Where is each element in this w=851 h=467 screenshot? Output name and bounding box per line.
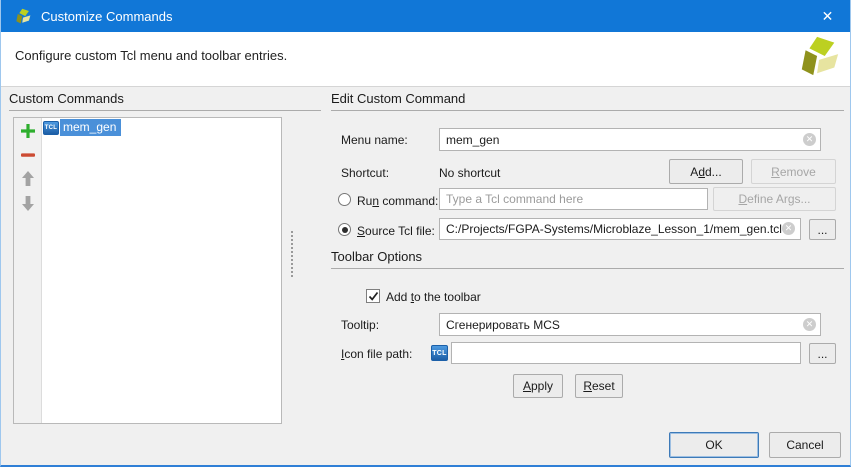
custom-commands-list: TCL mem_gen xyxy=(13,117,282,424)
ok-button[interactable]: OK xyxy=(669,432,759,458)
move-up-button[interactable] xyxy=(18,169,38,189)
list-item[interactable]: TCL mem_gen xyxy=(42,119,281,136)
close-icon[interactable]: ✕ xyxy=(805,0,850,32)
dialog-description: Configure custom Tcl menu and toolbar en… xyxy=(15,48,287,63)
description-banner: Configure custom Tcl menu and toolbar en… xyxy=(1,32,850,87)
custom-commands-header: Custom Commands xyxy=(9,91,321,111)
tooltip-clear-icon[interactable]: ✕ xyxy=(803,318,816,331)
define-args-button: Define Args... xyxy=(713,187,836,211)
tooltip-label: Tooltip: xyxy=(341,318,379,332)
reset-button[interactable]: Reset xyxy=(575,374,623,398)
shortcut-value: No shortcut xyxy=(439,166,500,180)
list-toolbar xyxy=(14,118,42,423)
source-file-input[interactable] xyxy=(439,218,801,240)
list-item-label: mem_gen xyxy=(60,119,121,136)
window-title: Customize Commands xyxy=(41,9,173,24)
remove-shortcut-button: Remove xyxy=(751,159,836,184)
source-tcl-radio[interactable] xyxy=(338,223,351,236)
run-command-input[interactable] xyxy=(439,188,708,210)
icon-browse-button[interactable]: ... xyxy=(809,343,836,364)
plus-icon xyxy=(20,123,36,139)
menu-name-label: Menu name: xyxy=(341,133,408,147)
arrow-up-icon xyxy=(21,171,35,187)
toolbar-options-header: Toolbar Options xyxy=(331,249,844,269)
minus-icon xyxy=(20,147,36,163)
menu-name-clear-icon[interactable]: ✕ xyxy=(803,133,816,146)
shortcut-label: Shortcut: xyxy=(341,166,389,180)
add-to-toolbar-label[interactable]: Add to the toolbar xyxy=(386,290,481,304)
run-command-label[interactable]: Run command: xyxy=(357,194,438,208)
titlebar: Customize Commands ✕ xyxy=(1,0,850,32)
icon-file-path-label: Icon file path: xyxy=(341,347,412,361)
add-shortcut-button[interactable]: Add... xyxy=(669,159,743,184)
source-tcl-label[interactable]: Source Tcl file: xyxy=(357,224,435,238)
icon-path-input[interactable] xyxy=(451,342,801,364)
tcl-file-icon: TCL xyxy=(43,121,59,135)
remove-command-button[interactable] xyxy=(18,145,38,165)
menu-name-input[interactable] xyxy=(439,128,821,151)
add-command-button[interactable] xyxy=(18,121,38,141)
add-to-toolbar-checkbox[interactable] xyxy=(366,289,380,303)
move-down-button[interactable] xyxy=(18,193,38,213)
apply-button[interactable]: Apply xyxy=(513,374,563,398)
tooltip-input[interactable] xyxy=(439,313,821,336)
check-icon xyxy=(368,291,379,302)
run-command-radio[interactable] xyxy=(338,193,351,206)
edit-custom-command-header: Edit Custom Command xyxy=(331,91,844,111)
cancel-button[interactable]: Cancel xyxy=(769,432,841,458)
commands-list-area[interactable]: TCL mem_gen xyxy=(42,118,281,423)
xilinx-logo-icon xyxy=(796,35,842,82)
vivado-logo-icon xyxy=(14,8,32,25)
source-file-clear-icon[interactable]: ✕ xyxy=(782,222,795,235)
panel-splitter[interactable] xyxy=(291,231,293,277)
arrow-down-icon xyxy=(21,195,35,211)
customize-commands-dialog: Customize Commands ✕ Configure custom Tc… xyxy=(0,0,851,467)
source-browse-button[interactable]: ... xyxy=(809,219,836,240)
icon-path-tcl-icon: TCL xyxy=(431,345,448,361)
